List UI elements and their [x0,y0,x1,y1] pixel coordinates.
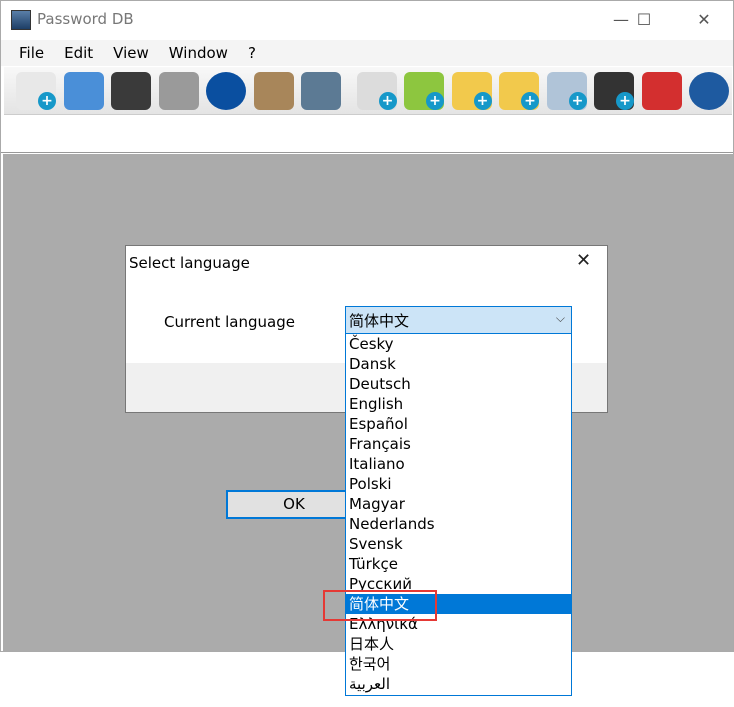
plus-icon: + [378,92,397,110]
plus-icon: + [521,92,539,110]
language-option[interactable]: Česky [346,334,571,354]
language-option[interactable]: Italiano [346,454,571,474]
menu-window[interactable]: Window [159,40,238,66]
language-option[interactable]: Español [346,414,571,434]
plus-icon: + [616,92,634,110]
plus-icon: + [568,92,587,110]
add-entry-icon[interactable]: + [356,72,397,110]
language-option[interactable]: Magyar [346,494,571,514]
language-option[interactable]: 한국어 [346,654,571,674]
app-icon [11,10,31,30]
back-icon[interactable] [689,72,729,110]
close-button[interactable]: ✕ [681,7,727,33]
language-option[interactable]: Français [346,434,571,454]
language-dropdown-list[interactable]: Česky Dansk Deutsch English Español Français I… [345,334,572,696]
dialog-title: Select language [129,254,250,272]
language-option[interactable]: Dansk [346,354,571,374]
language-select[interactable]: 简体中文 ⌵ [345,306,572,334]
current-language-label: Current language [164,313,295,331]
menu-edit[interactable]: Edit [54,40,103,66]
add-subfolder-icon[interactable]: + [499,72,539,110]
plus-icon: + [426,92,444,110]
new-database-icon[interactable]: + [16,72,56,110]
language-option[interactable]: Svensk [346,534,571,554]
language-option[interactable]: English [346,394,571,414]
info-icon[interactable] [206,72,246,110]
language-option[interactable]: العربية [346,674,571,694]
language-option[interactable]: Deutsch [346,374,571,394]
open-database-icon[interactable] [63,72,104,110]
title-bar: Password DB — ☐ ✕ [1,1,733,39]
dialog-close-icon[interactable]: ✕ [576,250,591,271]
plus-icon: + [473,92,492,110]
maximize-button[interactable]: ☐ [621,7,667,33]
highlight-annotation [323,590,437,621]
language-option[interactable]: Türkçe [346,554,571,574]
plus-icon: + [38,92,56,110]
menu-bar: File Edit View Window ? [1,40,733,66]
language-select-value: 简体中文 [349,312,410,330]
search-icon[interactable] [253,72,294,110]
window-title: Password DB [37,10,134,28]
add-key-icon[interactable]: + [404,72,444,110]
print-icon[interactable] [158,72,199,110]
save-icon[interactable] [111,72,151,110]
language-option[interactable]: Nederlands [346,514,571,534]
toolbar: + + + + + + + [4,67,732,115]
language-option[interactable]: 日本人 [346,634,571,654]
menu-help[interactable]: ? [238,40,266,66]
settings-icon[interactable] [301,72,341,110]
add-folder-icon[interactable]: + [451,72,492,110]
ok-button[interactable]: OK [226,490,362,519]
delete-icon[interactable] [641,72,682,110]
chevron-down-icon[interactable]: ⌵ [556,311,565,326]
menu-view[interactable]: View [103,40,159,66]
add-table-icon[interactable]: + [594,72,634,110]
menu-file[interactable]: File [9,40,54,66]
address-strip [1,116,733,153]
add-link-icon[interactable]: + [546,72,587,110]
language-option[interactable]: Polski [346,474,571,494]
